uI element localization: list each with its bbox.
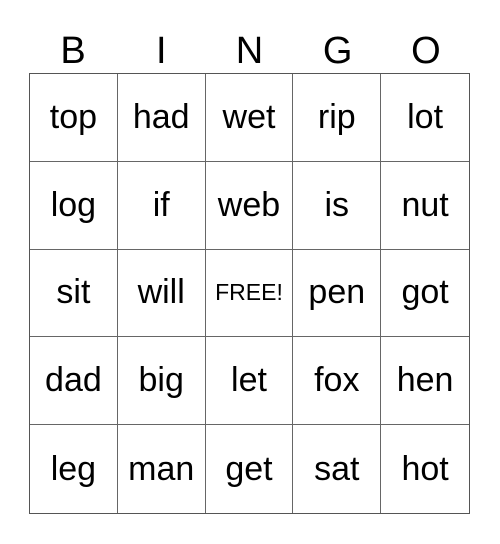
bingo-cell: had (117, 74, 206, 162)
bingo-cell: big (117, 337, 206, 426)
bingo-cell: rip (293, 74, 382, 162)
bingo-cell: get (206, 425, 294, 513)
bingo-cell: pen (293, 249, 382, 338)
header-letter-b: B (60, 30, 86, 72)
bingo-cell: nut (381, 162, 469, 250)
bingo-cell: log (30, 161, 118, 250)
bingo-cell: top (30, 74, 118, 162)
header-letter-i: I (156, 30, 167, 72)
header-letter-o: O (411, 30, 441, 72)
bingo-cell: will (117, 249, 206, 338)
bingo-cell: is (293, 161, 382, 250)
bingo-cell: sit (30, 249, 118, 338)
bingo-cell: man (118, 425, 206, 513)
bingo-cell: hot (401, 449, 449, 488)
bingo-cell: let (205, 337, 294, 426)
bingo-cell: lot (381, 74, 469, 162)
bingo-header: B I N G O (29, 30, 470, 72)
header-letter-n: N (235, 30, 264, 72)
bingo-cell: hen (381, 337, 469, 426)
bingo-grid: top had wet rip lot log if web is nut si… (29, 73, 470, 514)
bingo-cell: dad (30, 337, 118, 426)
bingo-cell: got (381, 250, 469, 338)
bingo-cell: if (117, 161, 206, 250)
free-space-cell: FREE! (205, 249, 294, 338)
bingo-cell: wet (205, 74, 294, 162)
bingo-cell: leg (30, 425, 118, 513)
header-letter-g: G (322, 30, 353, 72)
bingo-cell: sat (293, 425, 382, 513)
bingo-cell: fox (293, 337, 382, 426)
bingo-cell: web (205, 161, 294, 250)
